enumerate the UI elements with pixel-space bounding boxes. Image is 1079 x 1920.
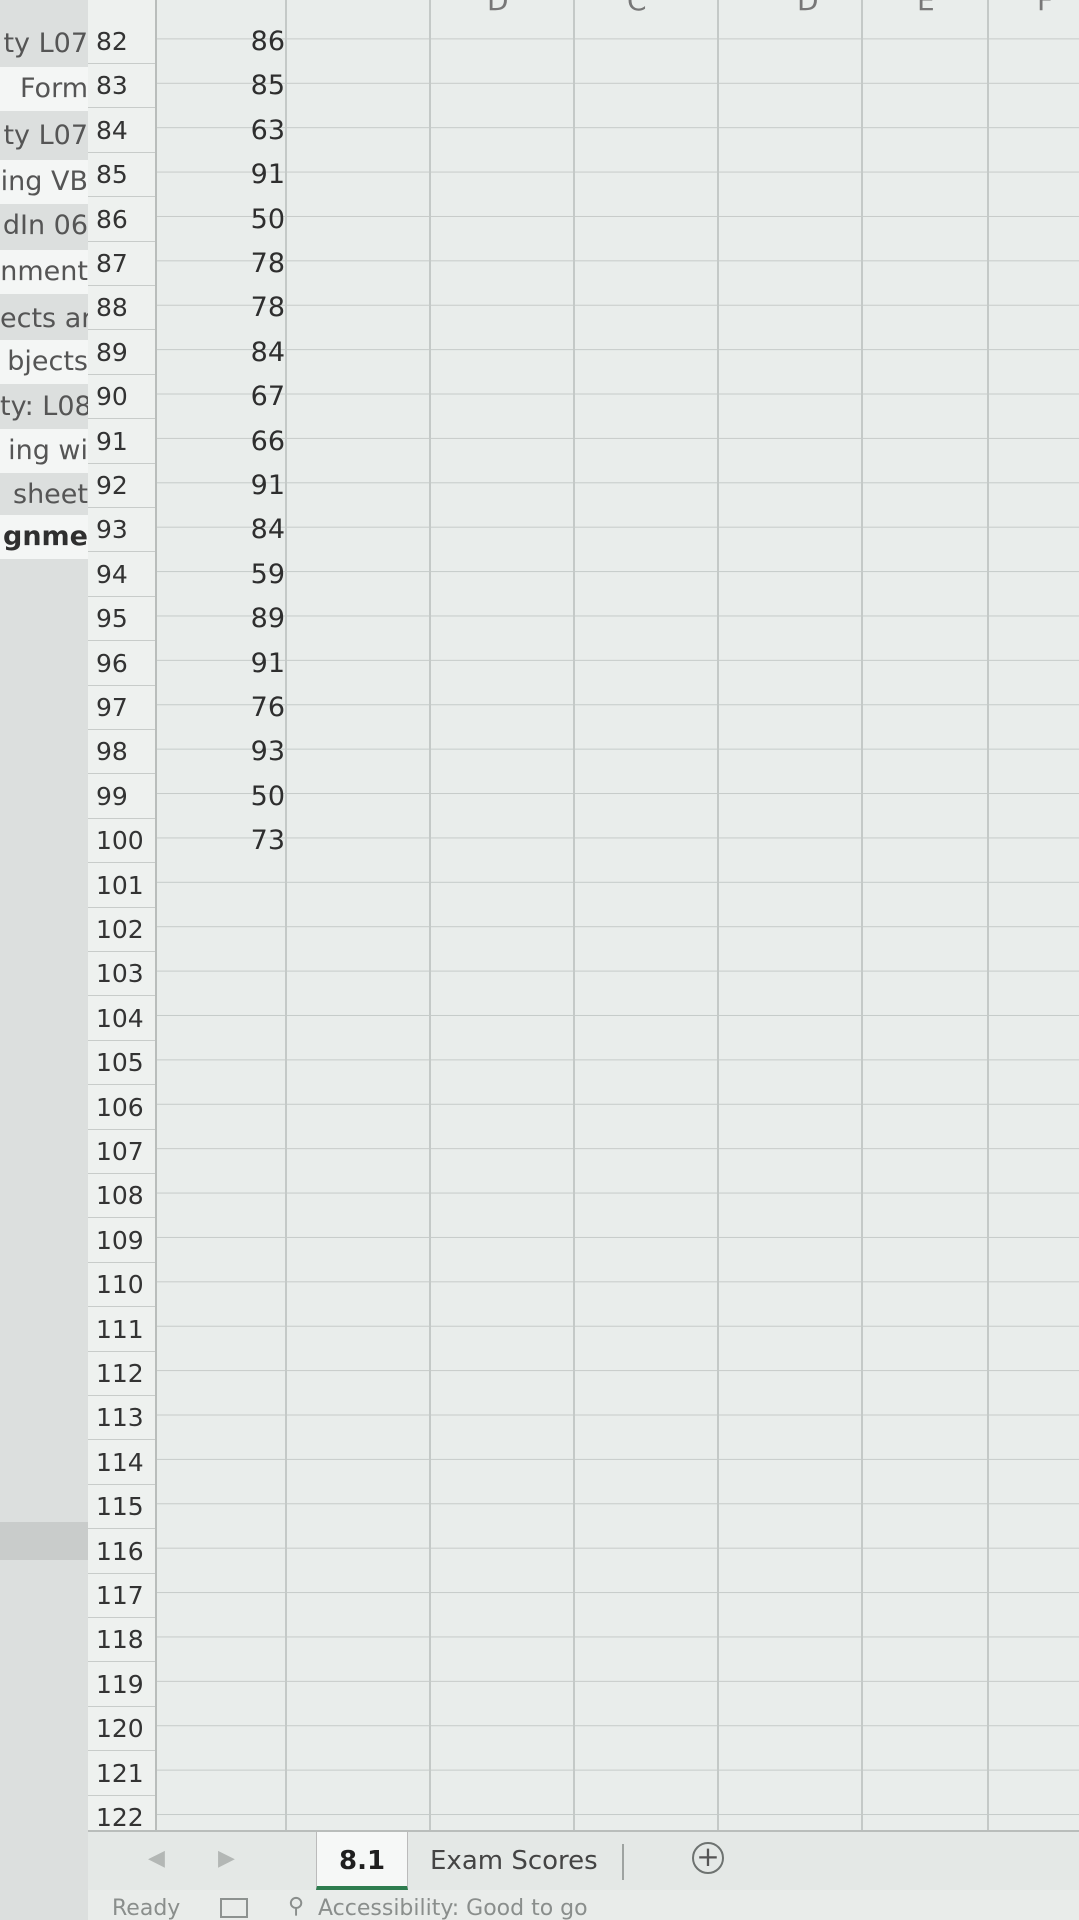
cell-score[interactable]: 67: [157, 375, 285, 419]
row-header[interactable]: 121: [88, 1752, 155, 1796]
assignment-item[interactable]: ty L07: [0, 114, 88, 158]
row-header[interactable]: 111: [88, 1308, 155, 1352]
cell-score[interactable]: 85: [157, 64, 285, 108]
row-header[interactable]: 87: [88, 242, 155, 286]
assignment-item[interactable]: dIn 06: [0, 204, 88, 248]
row-header[interactable]: 114: [88, 1441, 155, 1485]
row-header[interactable]: 118: [88, 1618, 155, 1663]
nav-panel-divider: [0, 1522, 88, 1560]
row-header[interactable]: 102: [88, 908, 155, 952]
assignment-item[interactable]: bjects: [0, 340, 88, 384]
row-header[interactable]: 91: [88, 420, 155, 464]
assignment-item[interactable]: nment: [0, 250, 88, 294]
tab-scroll-left-icon[interactable]: ◀: [148, 1846, 165, 1871]
row-header[interactable]: 96: [88, 642, 155, 686]
cell-score[interactable]: 93: [157, 730, 285, 774]
column-divider: [429, 0, 431, 1830]
workbook-nav-panel: ty L07 Form ty L07 ing VB dIn 06 nment ects ar…: [0, 0, 88, 1920]
column-divider: [861, 0, 863, 1830]
column-divider: [987, 0, 989, 1830]
row-header[interactable]: 106: [88, 1086, 155, 1130]
accessibility-icon[interactable]: ⚲: [288, 1894, 304, 1919]
column-divider: [717, 0, 719, 1830]
row-header[interactable]: 85: [88, 153, 155, 198]
row-header[interactable]: 99: [88, 775, 155, 819]
row-header[interactable]: 90: [88, 375, 155, 420]
row-header[interactable]: 84: [88, 109, 155, 153]
row-header[interactable]: 112: [88, 1352, 155, 1396]
row-header[interactable]: 105: [88, 1041, 155, 1086]
assignment-item[interactable]: ing wi: [0, 429, 88, 473]
cell-score[interactable]: 73: [157, 819, 285, 863]
row-header[interactable]: 116: [88, 1530, 155, 1574]
cell-score[interactable]: 89: [157, 597, 285, 641]
cell-score[interactable]: 84: [157, 331, 285, 375]
tab-8-1[interactable]: 8.1: [316, 1832, 409, 1890]
row-header[interactable]: 95: [88, 597, 155, 642]
row-header[interactable]: 117: [88, 1574, 155, 1618]
tab-exam-scores[interactable]: Exam Scores: [408, 1832, 620, 1890]
cell-score[interactable]: 84: [157, 508, 285, 552]
row-header[interactable]: 120: [88, 1707, 155, 1752]
row-header[interactable]: 103: [88, 952, 155, 997]
tab-separator: [622, 1844, 624, 1880]
row-header[interactable]: 100: [88, 819, 155, 864]
row-header[interactable]: 88: [88, 286, 155, 331]
accessibility-status[interactable]: Accessibility: Good to go: [318, 1896, 588, 1920]
cell-score[interactable]: 66: [157, 420, 285, 464]
add-sheet-icon[interactable]: +: [692, 1842, 724, 1874]
column-divider: [285, 0, 287, 1830]
row-header[interactable]: 94: [88, 553, 155, 597]
cell-score[interactable]: 78: [157, 286, 285, 330]
assignment-item[interactable]: sheet: [0, 473, 88, 517]
row-header[interactable]: 113: [88, 1396, 155, 1441]
assignment-item[interactable]: ty L07: [0, 22, 88, 66]
sheet-tab-bar: ◀ ▶ 8.1 Exam Scores +: [88, 1830, 1079, 1892]
assignment-item[interactable]: ing VB: [0, 160, 88, 204]
column-header-f[interactable]: F: [1037, 0, 1053, 17]
assignment-item[interactable]: ects ar: [0, 297, 88, 341]
row-header[interactable]: 108: [88, 1174, 155, 1219]
row-header[interactable]: 92: [88, 464, 155, 508]
row-header[interactable]: 93: [88, 508, 155, 553]
column-header-d2[interactable]: D: [797, 0, 819, 17]
status-bar: Ready ⚲ Accessibility: Good to go: [88, 1890, 1079, 1920]
row-header[interactable]: 101: [88, 864, 155, 908]
cell-score[interactable]: 76: [157, 686, 285, 730]
row-header[interactable]: 107: [88, 1130, 155, 1174]
row-header[interactable]: 115: [88, 1485, 155, 1530]
assignment-item[interactable]: gnme: [0, 515, 88, 559]
cell-score[interactable]: 63: [157, 109, 285, 153]
worksheet-grid[interactable]: D C D E F 86 85 63 91 50 78 78 84 67 66 91 84 59 89 91…: [157, 0, 1079, 1830]
macro-record-icon[interactable]: [220, 1898, 248, 1918]
row-header[interactable]: 122: [88, 1796, 155, 1830]
cell-score[interactable]: 78: [157, 242, 285, 286]
row-header[interactable]: 86: [88, 198, 155, 242]
tab-scroll-right-icon[interactable]: ▶: [218, 1846, 235, 1871]
cell-score[interactable]: 86: [157, 20, 285, 64]
cell-score[interactable]: 91: [157, 464, 285, 508]
status-ready: Ready: [112, 1896, 181, 1920]
row-header[interactable]: 109: [88, 1219, 155, 1263]
row-header-column: 82 83 84 85 86 87 88 89 90 91 92 93 94 95 96 97 98 99 100 1…: [88, 0, 157, 1830]
assignment-item[interactable]: Form: [0, 67, 88, 111]
column-header-e[interactable]: E: [917, 0, 935, 17]
row-header[interactable]: 98: [88, 730, 155, 775]
row-header[interactable]: 97: [88, 686, 155, 730]
cell-score[interactable]: 50: [157, 775, 285, 819]
row-header[interactable]: 104: [88, 997, 155, 1041]
cell-score[interactable]: 59: [157, 553, 285, 597]
row-header[interactable]: 110: [88, 1263, 155, 1308]
cell-score[interactable]: 91: [157, 153, 285, 197]
column-header-d[interactable]: D: [487, 0, 509, 17]
row-header[interactable]: 89: [88, 331, 155, 375]
cell-score[interactable]: 91: [157, 642, 285, 686]
column-divider: [573, 0, 575, 1830]
row-header[interactable]: 82: [88, 20, 155, 64]
row-header[interactable]: 83: [88, 64, 155, 109]
column-header-c[interactable]: C: [627, 0, 647, 17]
assignment-item[interactable]: ty: L08: [0, 385, 88, 429]
cell-score[interactable]: 50: [157, 198, 285, 242]
row-header[interactable]: 119: [88, 1663, 155, 1707]
